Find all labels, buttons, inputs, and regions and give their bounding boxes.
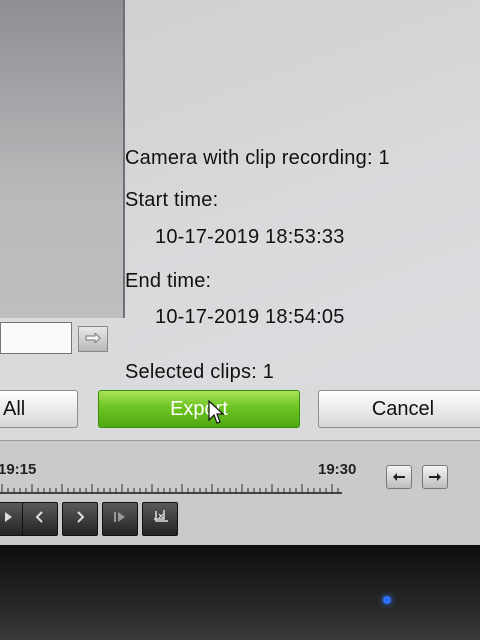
all-button[interactable]: All [0,390,78,428]
start-time-value: 10-17-2019 18:53:33 [155,226,345,248]
export-path-field[interactable] [0,322,72,354]
power-led-icon [383,596,391,604]
export-button[interactable]: Export [98,390,300,428]
timeline-ruler[interactable] [0,484,342,494]
clip-icon [151,509,169,529]
timeline-prev-button[interactable] [386,465,412,489]
next-icon [75,510,85,528]
prev-icon [35,510,45,528]
timeline-next-button[interactable] [422,465,448,489]
step-forward-button[interactable] [102,502,138,536]
play-icon [3,510,13,528]
dvr-screen: Camera with clip recording: 1 Start time… [0,0,480,545]
start-time-label: Start time: [125,189,219,211]
camera-count-text: Camera with clip recording: 1 [125,147,390,169]
monitor-bezel [0,545,480,640]
end-time-label: End time: [125,270,212,292]
mouse-pointer-icon [208,399,225,431]
timeline-end-label: 19:30 [318,461,357,478]
right-arrow-icon [85,330,101,348]
right-arrow-icon [429,468,441,486]
timeline-start-label: 19:15 [0,461,37,478]
path-browse-button[interactable] [78,326,108,352]
clip-button[interactable] [142,502,178,536]
step-icon [113,510,127,528]
selected-clips-text: Selected clips: 1 [125,361,275,383]
cancel-button[interactable]: Cancel [318,390,480,428]
left-arrow-icon [393,468,405,486]
end-time-value: 10-17-2019 18:54:05 [155,306,345,328]
video-preview [0,0,125,318]
rewind-button[interactable] [22,502,58,536]
forward-button[interactable] [62,502,98,536]
